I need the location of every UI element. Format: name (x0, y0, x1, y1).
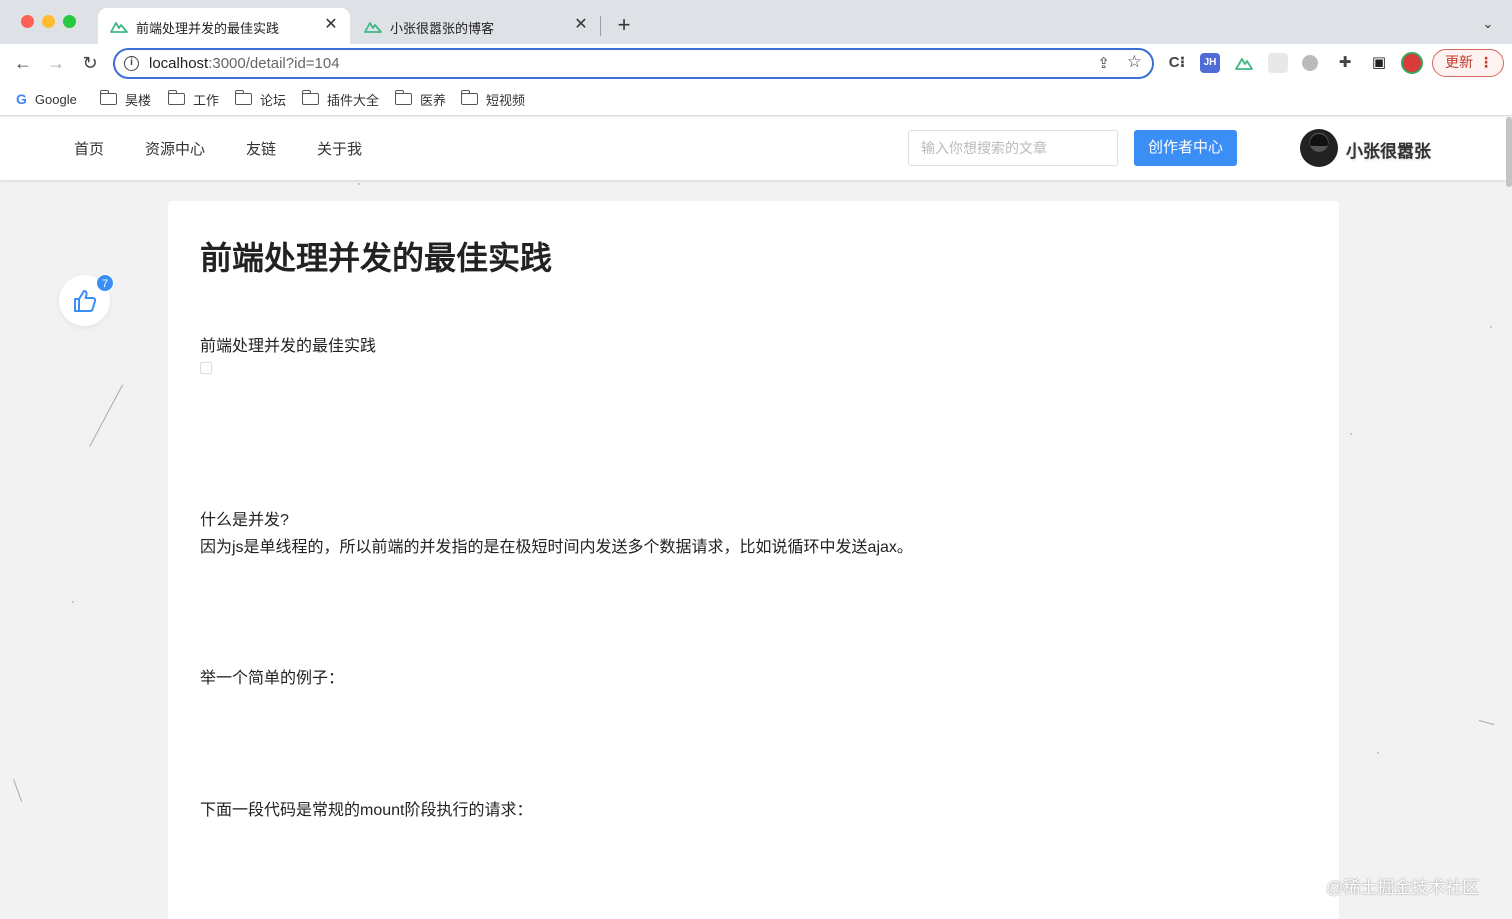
nuxt-icon (364, 22, 382, 33)
decorative-streak (13, 779, 23, 802)
decorative-streak (89, 384, 123, 447)
decorative-dot (1350, 433, 1352, 435)
browser-tab-active[interactable]: 前端处理并发的最佳实践 ✕ (98, 8, 350, 44)
share-icon[interactable]: ⇪ (1097, 54, 1110, 72)
tab-title: 小张很嚣张的博客 (390, 21, 495, 36)
back-arrow-icon[interactable]: ← (12, 52, 34, 74)
folder-icon (460, 90, 478, 105)
address-bar[interactable]: i localhost:3000/detail?id=104 ⇪ ☆ (113, 48, 1154, 79)
bookmark-label: 论坛 (260, 92, 287, 108)
bookmark-folder[interactable]: 工作 (167, 89, 220, 109)
bookmark-label: 短视频 (486, 92, 526, 108)
bookmark-folder[interactable]: 短视频 (460, 89, 526, 109)
bookmark-label: 医养 (420, 92, 447, 108)
new-tab-icon[interactable]: + (612, 13, 636, 37)
decorative-dot (72, 601, 74, 603)
bookmark-label: 昊楼 (125, 92, 152, 108)
article-paragraph: 下面一段代码是常规的mount阶段执行的请求： (200, 802, 533, 819)
close-tab-icon[interactable]: ✕ (572, 16, 590, 34)
article-paragraph: 举一个简单的例子： (200, 670, 345, 687)
nuxt-icon (110, 22, 128, 33)
side-panel-icon[interactable]: ▣ (1369, 53, 1389, 73)
decorative-dot (1377, 752, 1379, 754)
bookmark-folder[interactable]: 插件大全 (301, 89, 380, 109)
tab-separator (600, 16, 601, 36)
url-text[interactable]: localhost:3000/detail?id=104 (149, 55, 340, 72)
update-button[interactable]: 更新 ⋮ (1432, 49, 1504, 77)
bookmark-folder[interactable]: 论坛 (234, 89, 287, 109)
url-path: :3000/detail?id=104 (208, 55, 340, 72)
article-paragraph: 因为js是单线程的，所以前端的并发指的是在极短时间内发送多个数据请求，比如说循环… (200, 539, 913, 556)
close-window-button[interactable] (21, 15, 34, 28)
site-info-icon[interactable]: i (124, 56, 139, 71)
search-input[interactable] (908, 130, 1118, 166)
browser-toolbar: ← → ↻ i localhost:3000/detail?id=104 ⇪ ☆… (0, 44, 1512, 82)
tab-title: 前端处理并发的最佳实践 (136, 21, 280, 36)
extension-grid-icon[interactable] (1268, 53, 1288, 73)
bookmarks-bar: G Google 昊楼 工作 论坛 插件大全 医养 短视频 (0, 82, 1512, 116)
chevron-down-icon[interactable]: ⌄ (1478, 14, 1498, 34)
browser-tab[interactable]: 小张很嚣张的博客 ✕ (352, 8, 600, 44)
decorative-dot (358, 183, 360, 185)
bookmark-label: 插件大全 (327, 92, 380, 108)
minimize-window-button[interactable] (42, 15, 55, 28)
kebab-menu-icon[interactable]: ⋮ (1479, 50, 1493, 75)
folder-icon (234, 90, 252, 105)
article-paragraph: 什么是并发? (200, 512, 289, 529)
bookmark-label: Google (34, 91, 77, 107)
bookmark-folder[interactable]: 医养 (394, 89, 447, 109)
folder-icon (99, 90, 117, 105)
decorative-streak (1478, 720, 1495, 726)
puzzle-icon[interactable]: ✚ (1335, 53, 1355, 73)
article-paragraph: 前端处理并发的最佳实践 (200, 338, 377, 355)
username[interactable]: 小张很嚣张 (1346, 137, 1431, 162)
article-title: 前端处理并发的最佳实践 (200, 240, 553, 276)
bookmark-google[interactable]: G Google (16, 89, 77, 109)
bookmark-label: 工作 (193, 92, 220, 108)
folder-icon (301, 90, 319, 105)
extension-nuxt-icon[interactable] (1234, 53, 1254, 73)
profile-avatar[interactable] (1401, 52, 1423, 74)
extension-circle-icon[interactable] (1302, 55, 1318, 71)
close-tab-icon[interactable]: ✕ (322, 16, 340, 34)
like-count-badge: 7 (96, 274, 114, 292)
thumbs-up-icon (74, 290, 97, 312)
broken-image-icon (200, 362, 212, 374)
url-host: localhost (149, 55, 209, 72)
browser-tab-bar: 前端处理并发的最佳实践 ✕ 小张很嚣张的博客 ✕ + ⌄ (0, 0, 1512, 44)
bookmark-folder[interactable]: 昊楼 (99, 89, 152, 109)
scrollbar-thumb[interactable] (1506, 117, 1512, 187)
avatar[interactable] (1300, 129, 1338, 167)
folder-icon (167, 90, 185, 105)
scrollbar[interactable] (1506, 117, 1512, 919)
extension-jh-icon[interactable]: JH (1200, 53, 1220, 73)
maximize-window-button[interactable] (63, 15, 76, 28)
bookmark-star-icon[interactable]: ☆ (1127, 52, 1142, 72)
watermark: @稀土掘金技术社区 (1326, 878, 1480, 897)
nav-about[interactable]: 关于我 (317, 138, 362, 159)
nav-home[interactable]: 首页 (74, 138, 104, 159)
forward-arrow-icon[interactable]: → (45, 52, 67, 74)
folder-icon (394, 90, 412, 105)
google-icon: G (16, 91, 27, 107)
article-card: 前端处理并发的最佳实践 前端处理并发的最佳实践 什么是并发? 因为js是单线程的… (168, 201, 1339, 919)
extension-c-icon[interactable]: C⁝ (1167, 53, 1187, 73)
reload-icon[interactable]: ↻ (79, 52, 101, 74)
update-label: 更新 (1445, 54, 1473, 70)
nav-friend-links[interactable]: 友链 (246, 138, 276, 159)
site-header: 首页 资源中心 友链 关于我 创作者中心 小张很嚣张 (0, 117, 1506, 180)
creator-center-button[interactable]: 创作者中心 (1134, 130, 1237, 166)
nav-resources[interactable]: 资源中心 (145, 138, 205, 159)
decorative-dot (1490, 326, 1492, 328)
